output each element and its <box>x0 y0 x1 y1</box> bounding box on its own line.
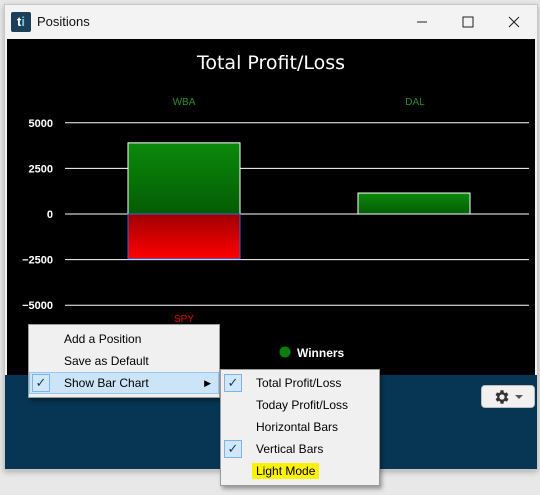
maximize-button[interactable] <box>445 5 491 39</box>
submenu-item-total-profit-loss[interactable]: ✓ Total Profit/Loss <box>221 372 379 394</box>
window-title: Positions <box>37 14 90 29</box>
maximize-icon <box>462 16 474 28</box>
submenu-item-label: Today Profit/Loss <box>256 398 349 412</box>
y-tick-label: −5000 <box>22 300 53 312</box>
submenu-item-light-mode[interactable]: Light Mode <box>221 460 379 482</box>
checkmark-icon: ✓ <box>32 374 50 392</box>
category-label-wba: WBA <box>173 97 196 108</box>
chart-title: Total Profit/Loss <box>196 52 345 74</box>
bar-spy <box>127 213 241 260</box>
category-label-dal: DAL <box>405 97 425 108</box>
close-icon <box>508 16 520 28</box>
menu-item-show-bar-chart[interactable]: ✓ Show Bar Chart ▶ <box>29 372 219 394</box>
y-tick-label: 2500 <box>29 163 53 175</box>
bar-wba <box>127 142 241 215</box>
context-menu: Add a Position Save as Default ✓ Show Ba… <box>28 324 220 398</box>
submenu-item-label: Total Profit/Loss <box>256 376 342 390</box>
bar-dal <box>357 192 471 215</box>
title-bar[interactable]: ti Positions <box>5 5 537 39</box>
y-tick-label: 0 <box>47 209 53 221</box>
submenu-item-today-profit-loss[interactable]: Today Profit/Loss <box>221 394 379 416</box>
menu-item-label: Add a Position <box>64 332 142 346</box>
legend-label-winners: Winners <box>297 346 345 360</box>
legend-marker-winners <box>279 346 291 358</box>
submenu-item-label: Light Mode <box>252 463 320 479</box>
menu-item-save-default[interactable]: Save as Default <box>29 350 219 372</box>
checkmark-icon: ✓ <box>224 440 242 458</box>
minimize-button[interactable] <box>399 5 445 39</box>
menu-item-label: Show Bar Chart <box>64 376 149 390</box>
settings-button[interactable] <box>481 385 535 408</box>
menu-item-add-position[interactable]: Add a Position <box>29 328 219 350</box>
submenu-item-horizontal-bars[interactable]: Horizontal Bars <box>221 416 379 438</box>
gear-icon <box>495 389 509 404</box>
y-tick-label: 5000 <box>29 118 53 130</box>
bar-chart-submenu: ✓ Total Profit/Loss Today Profit/Loss Ho… <box>220 369 380 486</box>
app-logo-icon: ti <box>11 12 31 32</box>
minimize-icon <box>417 21 427 23</box>
submenu-item-vertical-bars[interactable]: ✓ Vertical Bars <box>221 438 379 460</box>
close-button[interactable] <box>491 5 537 39</box>
y-tick-label: −2500 <box>22 255 53 267</box>
submenu-item-label: Horizontal Bars <box>256 420 339 434</box>
menu-item-label: Save as Default <box>64 354 149 368</box>
checkmark-icon: ✓ <box>224 374 242 392</box>
submenu-arrow-icon: ▶ <box>204 378 211 388</box>
chevron-down-icon <box>515 394 523 399</box>
submenu-item-label: Vertical Bars <box>256 442 324 456</box>
